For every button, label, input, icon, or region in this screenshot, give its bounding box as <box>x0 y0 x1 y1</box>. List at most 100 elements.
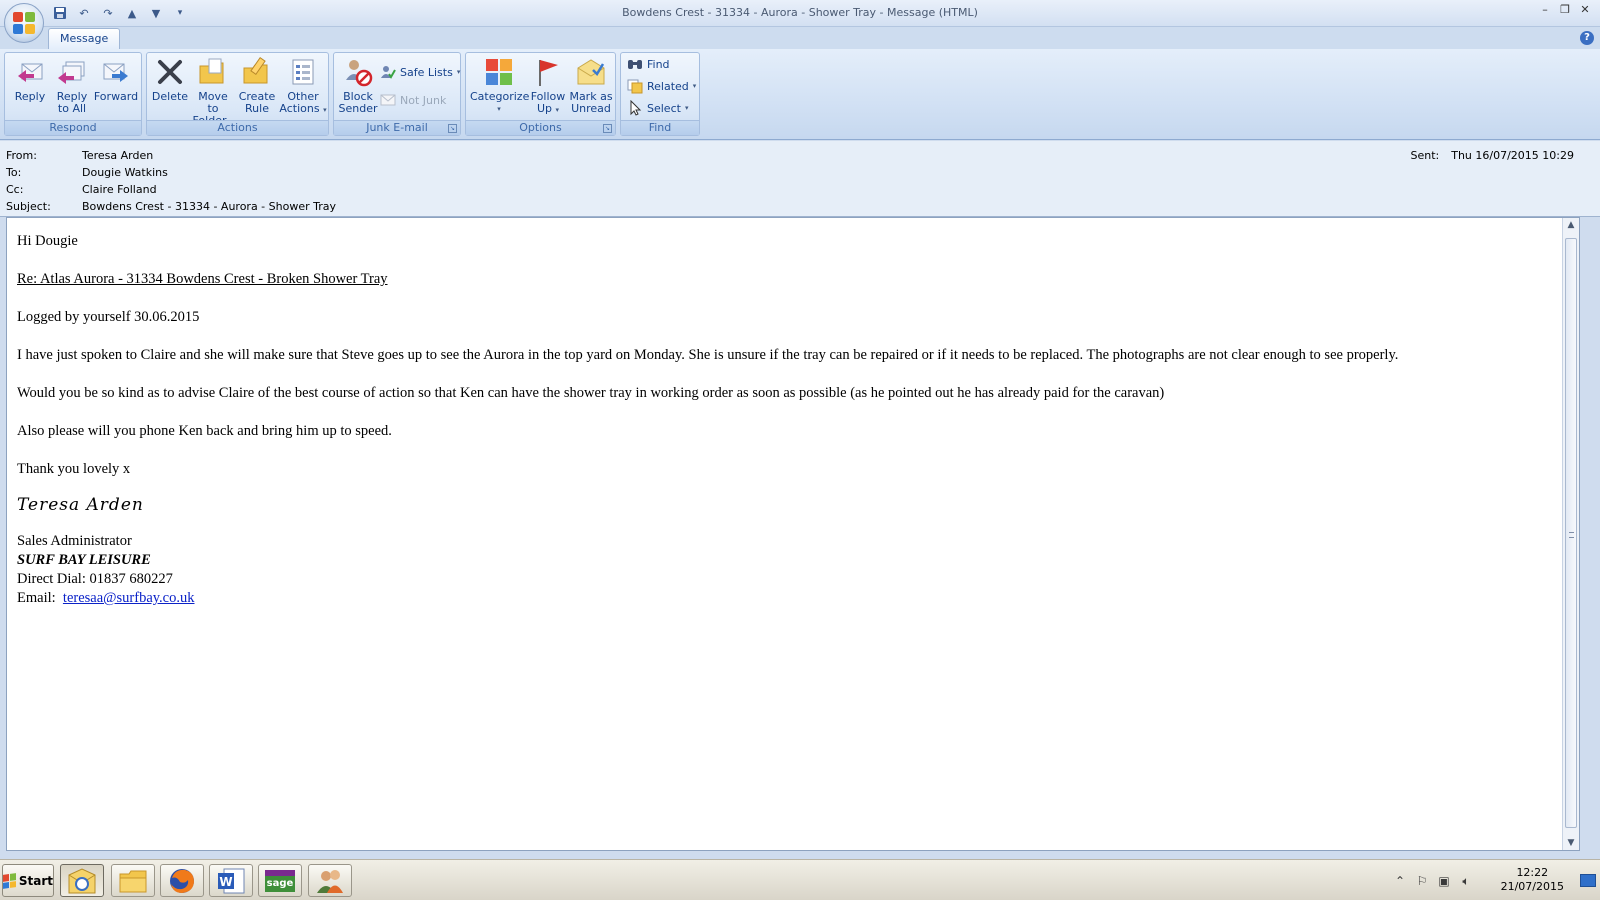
reply-button[interactable]: Reply <box>10 56 50 118</box>
taskbar-firefox-button[interactable] <box>160 864 204 897</box>
folder-icon <box>119 870 147 892</box>
vertical-scrollbar[interactable]: ▲ ▼ <box>1562 218 1579 850</box>
group-respond: Reply Reply to All Forward Respond <box>4 52 142 136</box>
tab-message[interactable]: Message <box>48 28 121 49</box>
group-junk-email: Block Sender Safe Lists ▾ Not Junk Junk … <box>333 52 461 136</box>
dialog-launcher-icon[interactable]: ↘ <box>448 124 457 133</box>
word-icon: W <box>218 868 245 893</box>
signature-name: Teresa Arden <box>17 495 144 515</box>
subject-label: Subject: <box>6 200 51 213</box>
other-actions-button[interactable]: Other Actions ▾ <box>279 56 327 118</box>
sent-label: Sent: <box>1410 149 1440 162</box>
signature-email-label: Email: <box>17 590 56 606</box>
find-button[interactable]: Find <box>627 55 670 73</box>
group-options: Categorize ▾ Follow Up ▾ Mark as Unread … <box>465 52 616 136</box>
mark-as-unread-button[interactable]: Mark as Unread <box>568 56 614 118</box>
other-actions-icon <box>287 56 319 88</box>
dropdown-arrow-icon: ▾ <box>497 105 501 113</box>
binoculars-icon <box>627 56 643 72</box>
from-label: From: <box>6 149 37 162</box>
to-value[interactable]: Dougie Watkins <box>82 166 168 181</box>
start-button[interactable]: Start <box>2 864 54 897</box>
svg-text:sage: sage <box>267 878 294 889</box>
related-button[interactable]: Related ▾ <box>627 77 696 95</box>
svg-text:W: W <box>219 875 232 889</box>
volume-icon[interactable]: 🔈︎ <box>1458 873 1474 889</box>
safe-lists-button[interactable]: Safe Lists ▾ <box>380 63 460 81</box>
block-sender-icon <box>342 56 374 88</box>
window-title: Bowdens Crest - 31334 - Aurora - Shower … <box>622 6 978 19</box>
move-to-folder-button[interactable]: Move to Folder ▾ <box>191 56 235 127</box>
minimize-icon[interactable]: – <box>1538 2 1552 16</box>
taskbar: Start W sage ⌃ ⚐ ▣ 🔈︎ 12:22 21/07/2015 <box>0 859 1600 900</box>
email-link[interactable]: teresaa@surfbay.co.uk <box>63 590 195 606</box>
dropdown-arrow-icon: ▾ <box>555 106 560 114</box>
dropdown-arrow-icon: ▾ <box>323 106 327 114</box>
mark-unread-icon <box>575 56 607 88</box>
people-icon <box>317 869 343 893</box>
group-find: Find Related ▾ Select ▾ Find <box>620 52 700 136</box>
subject-row: Subject: Bowdens Crest - 31334 - Aurora … <box>6 200 336 215</box>
grip-icon <box>1569 532 1574 538</box>
dropdown-arrow-icon: ▾ <box>692 82 697 90</box>
follow-up-button[interactable]: Follow Up ▾ <box>528 56 568 118</box>
taskbar-sage-button[interactable]: sage <box>258 864 302 897</box>
dialog-launcher-icon[interactable]: ↘ <box>603 124 612 133</box>
signature-email-row: Email: teresaa@surfbay.co.uk <box>17 589 1559 608</box>
dropdown-arrow-icon: ▾ <box>456 68 461 76</box>
not-junk-button[interactable]: Not Junk <box>380 91 446 109</box>
sent-row: Sent: Thu 16/07/2015 10:29 <box>1410 149 1574 162</box>
restore-icon[interactable]: ❐ <box>1558 2 1572 16</box>
scroll-down-icon[interactable]: ▼ <box>1566 838 1576 848</box>
block-sender-button[interactable]: Block Sender <box>338 56 378 118</box>
windows-flag-icon <box>3 872 16 889</box>
network-icon[interactable]: ▣ <box>1436 873 1452 889</box>
taskbar-outlook-button[interactable] <box>60 864 104 897</box>
close-icon[interactable]: ✕ <box>1578 2 1592 16</box>
taskbar-contacts-button[interactable] <box>308 864 352 897</box>
scroll-thumb[interactable] <box>1565 238 1577 828</box>
office-button[interactable] <box>4 3 44 43</box>
categorize-icon <box>483 56 515 88</box>
group-label-options: Options <box>466 120 615 135</box>
create-rule-button[interactable]: Create Rule <box>237 56 277 118</box>
follow-up-flag-icon <box>532 56 564 88</box>
scroll-up-icon[interactable]: ▲ <box>1566 220 1576 230</box>
help-icon[interactable]: ? <box>1580 31 1594 45</box>
paragraph-2: Would you be so kind as to advise Claire… <box>17 385 1165 401</box>
office-logo-icon <box>13 12 35 34</box>
create-rule-icon <box>241 56 273 88</box>
not-junk-icon <box>380 92 396 108</box>
signature-block: Sales Administrator SURF BAY LEISURE Dir… <box>17 532 1559 608</box>
select-button[interactable]: Select ▾ <box>627 99 688 117</box>
message-body-pane[interactable]: Hi Dougie Re: Atlas Aurora - 31334 Bowde… <box>6 217 1580 851</box>
reply-all-button[interactable]: Reply to All <box>52 56 92 118</box>
signature-phone: Direct Dial: 01837 680227 <box>17 571 173 587</box>
cc-value[interactable]: Claire Folland <box>82 183 157 198</box>
from-row: From: Teresa Arden <box>6 149 153 164</box>
greeting: Hi Dougie <box>17 233 78 249</box>
categorize-button[interactable]: Categorize ▾ <box>470 56 529 118</box>
ribbon: Reply Reply to All Forward Respond Delet… <box>0 49 1600 140</box>
title-bar: ↶ ↷ ▲ ▼ ▾ Bowdens Crest - 31334 - Aurora… <box>0 0 1600 27</box>
group-actions: Delete Move to Folder ▾ Create Rule Othe… <box>146 52 329 136</box>
show-hidden-icons-icon[interactable]: ⌃ <box>1392 873 1408 889</box>
logged-line: Logged by yourself 30.06.2015 <box>17 309 200 325</box>
delete-button[interactable]: Delete <box>151 56 189 118</box>
taskbar-explorer-button[interactable] <box>111 864 155 897</box>
action-center-flag-icon[interactable]: ⚐ <box>1414 873 1430 889</box>
show-desktop-button[interactable] <box>1580 874 1596 887</box>
cc-row: Cc: Claire Folland <box>6 183 157 198</box>
taskbar-word-button[interactable]: W <box>209 864 253 897</box>
paragraph-3: Also please will you phone Ken back and … <box>17 423 392 439</box>
re-line: Re: Atlas Aurora - 31334 Bowdens Crest -… <box>17 271 388 287</box>
to-row: To: Dougie Watkins <box>6 166 168 181</box>
system-clock[interactable]: 12:22 21/07/2015 <box>1501 866 1564 894</box>
dropdown-arrow-icon: ▾ <box>684 104 689 112</box>
group-label-actions: Actions <box>147 120 328 135</box>
cursor-arrow-icon <box>627 99 643 116</box>
clock-date: 21/07/2015 <box>1500 880 1564 893</box>
cc-label: Cc: <box>6 183 24 196</box>
forward-button[interactable]: Forward <box>93 56 139 118</box>
from-value[interactable]: Teresa Arden <box>82 149 153 164</box>
